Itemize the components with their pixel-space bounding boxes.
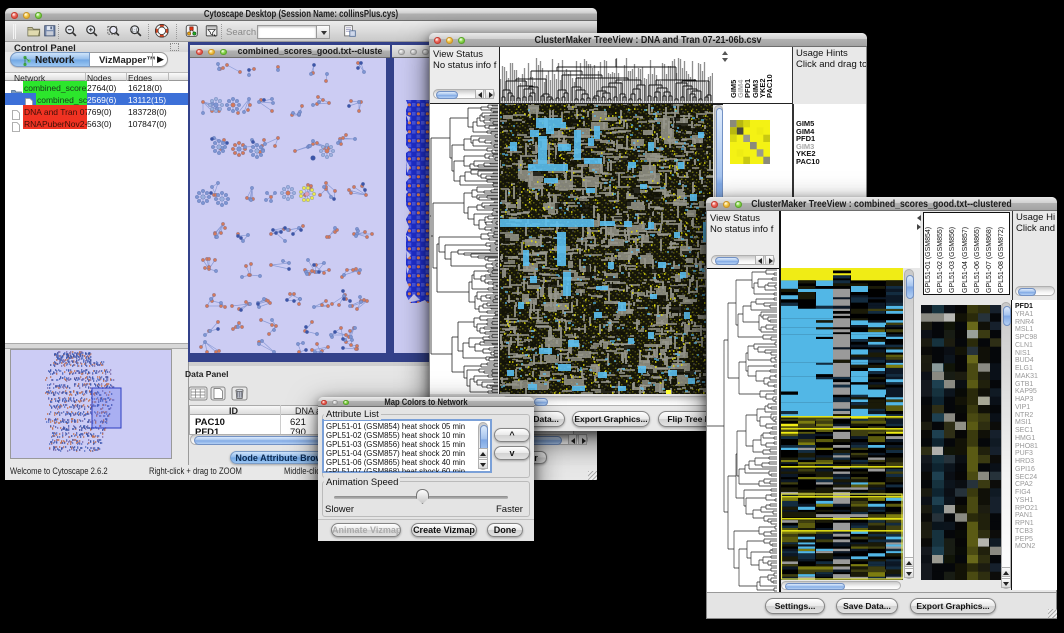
- svg-text:1:1: 1:1: [131, 27, 138, 32]
